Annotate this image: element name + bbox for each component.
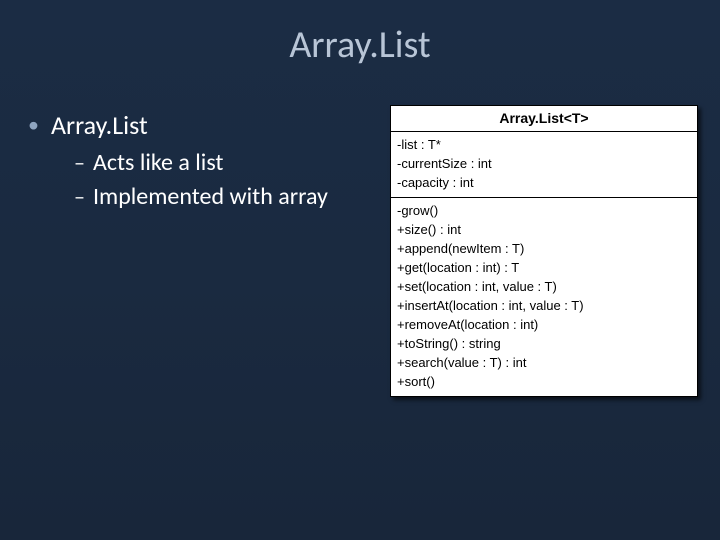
sub-bullet-text: Implemented with array (93, 182, 328, 212)
uml-attribute: -currentSize : int (397, 154, 691, 173)
sub-bullet-list: – Acts like a list – Implemented with ar… (74, 148, 358, 212)
sub-bullet-item: – Acts like a list (74, 148, 358, 178)
uml-operations-section: -grow() +size() : int +append(newItem : … (391, 198, 697, 396)
uml-operation: -grow() (397, 201, 691, 220)
bullet-text: Array.List (51, 110, 148, 140)
dash-icon: – (74, 182, 85, 212)
uml-operation: +size() : int (397, 220, 691, 239)
uml-operation: +insertAt(location : int, value : T) (397, 296, 691, 315)
uml-operation: +set(location : int, value : T) (397, 277, 691, 296)
uml-class-name: Array.List<T> (391, 106, 697, 132)
sub-bullet-text: Acts like a list (93, 148, 224, 178)
uml-operation: +search(value : T) : int (397, 353, 691, 372)
content-block: • Array.List – Acts like a list – Implem… (28, 110, 358, 216)
uml-operation: +get(location : int) : T (397, 258, 691, 277)
uml-attribute: -capacity : int (397, 173, 691, 192)
sub-bullet-item: – Implemented with array (74, 182, 358, 212)
uml-class-diagram: Array.List<T> -list : T* -currentSize : … (390, 105, 698, 397)
dash-icon: – (74, 148, 85, 178)
uml-operation: +append(newItem : T) (397, 239, 691, 258)
uml-attributes-section: -list : T* -currentSize : int -capacity … (391, 132, 697, 198)
uml-operation: +toString() : string (397, 334, 691, 353)
uml-attribute: -list : T* (397, 135, 691, 154)
slide-title: Array.List (0, 0, 720, 68)
uml-operation: +removeAt(location : int) (397, 315, 691, 334)
uml-operation: +sort() (397, 372, 691, 391)
bullet-level1: • Array.List (28, 110, 358, 140)
bullet-dot-icon: • (28, 110, 39, 140)
